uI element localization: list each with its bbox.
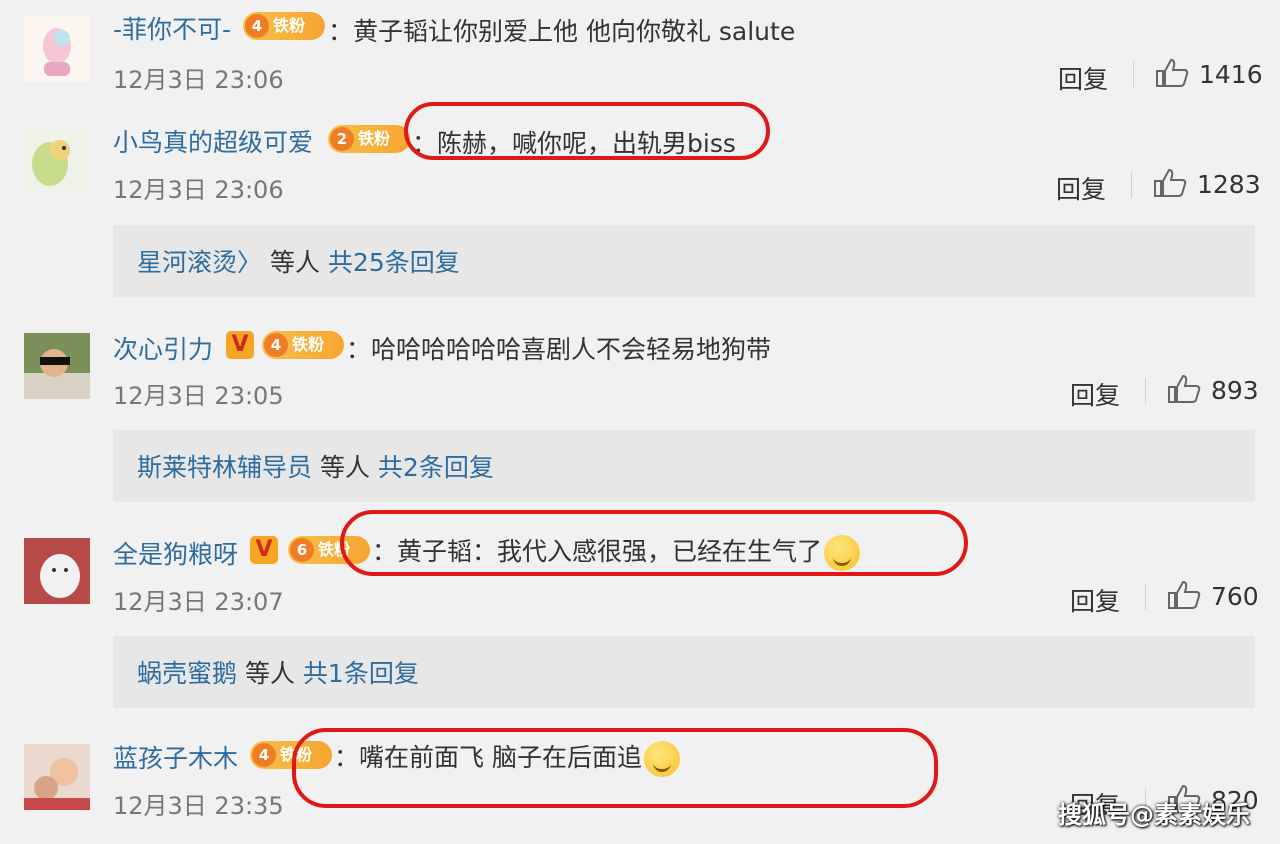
divider (1131, 172, 1132, 198)
fan-level: 2 (330, 127, 354, 151)
sub-reply-mid: 等人 (312, 453, 378, 482)
divider (1133, 62, 1134, 88)
like-count: 1416 (1199, 60, 1263, 89)
fan-badge-label: 铁粉 (273, 16, 306, 35)
avatar[interactable] (24, 333, 90, 399)
divider (1145, 378, 1146, 404)
fan-badge-label: 铁粉 (358, 129, 391, 148)
thumbs-up-icon[interactable] (1167, 580, 1201, 610)
like-count: 1283 (1197, 170, 1261, 199)
sub-reply-mid: 等人 (262, 248, 328, 277)
fan-level: 4 (252, 743, 276, 767)
comment-time: 12月3日 23:07 (113, 588, 284, 616)
highlight-box (292, 728, 938, 808)
sub-reply-mid: 等人 (237, 659, 303, 688)
fan-level: 6 (290, 538, 314, 562)
comment-time: 12月3日 23:06 (113, 66, 284, 94)
highlight-box (404, 102, 770, 160)
fan-badge[interactable]: 4 铁粉 (243, 12, 325, 40)
sub-replies-box[interactable]: 星河滚烫〉 等人 共25条回复 (113, 225, 1255, 297)
divider (1145, 584, 1146, 610)
avatar[interactable] (24, 744, 90, 810)
username[interactable]: 蓝孩子木木 (113, 739, 238, 775)
like-count: 893 (1211, 376, 1259, 405)
thumbs-up-icon[interactable] (1155, 58, 1189, 88)
sub-reply-user[interactable]: 蜗壳蜜鹅 (137, 659, 237, 688)
sub-reply-count-link[interactable]: 共25条回复 (328, 248, 460, 277)
comment-text: ：哈哈哈哈哈哈喜剧人不会轻易地狗带 (346, 335, 772, 364)
sub-replies-box[interactable]: 斯莱特林辅导员 等人 共2条回复 (113, 430, 1255, 502)
fan-badge[interactable]: 4 铁粉 (262, 331, 344, 359)
avatar[interactable] (24, 16, 90, 82)
thumbs-up-icon[interactable] (1167, 374, 1201, 404)
sub-reply-count-link[interactable]: 共1条回复 (303, 659, 419, 688)
sub-reply-count-link[interactable]: 共2条回复 (378, 453, 494, 482)
avatar[interactable] (24, 538, 90, 604)
username[interactable]: -菲你不可- (113, 10, 231, 46)
fan-badge-label: 铁粉 (292, 335, 325, 354)
watermark: 搜狐号@素素娱乐 (1058, 801, 1250, 829)
username[interactable]: 全是狗粮呀 (113, 535, 238, 571)
sub-reply-user[interactable]: 斯莱特林辅导员 (137, 453, 312, 482)
comment-time: 12月3日 23:35 (113, 792, 284, 820)
fan-level: 4 (245, 14, 269, 38)
reply-button[interactable]: 回复 (1070, 582, 1120, 618)
fan-level: 4 (264, 333, 288, 357)
comment-time: 12月3日 23:06 (113, 176, 284, 204)
sub-reply-user[interactable]: 星河滚烫〉 (137, 248, 262, 277)
fan-badge[interactable]: 2 铁粉 (328, 125, 410, 153)
like-count: 760 (1211, 582, 1259, 611)
reply-button[interactable]: 回复 (1058, 60, 1108, 96)
comment-time: 12月3日 23:05 (113, 382, 284, 410)
highlight-box (340, 510, 968, 576)
verified-badge: V (226, 331, 254, 359)
thumbs-up-icon[interactable] (1153, 168, 1187, 198)
sub-replies-box[interactable]: 蜗壳蜜鹅 等人 共1条回复 (113, 636, 1255, 708)
reply-button[interactable]: 回复 (1070, 376, 1120, 412)
username[interactable]: 小鸟真的超级可爱 (113, 123, 313, 159)
reply-button[interactable]: 回复 (1056, 170, 1106, 206)
comment-text: ：黄子韬让你别爱上他 他向你敬礼 salute (328, 17, 796, 46)
verified-badge: V (250, 536, 278, 564)
username[interactable]: 次心引力 (113, 330, 213, 366)
avatar[interactable] (24, 128, 90, 194)
